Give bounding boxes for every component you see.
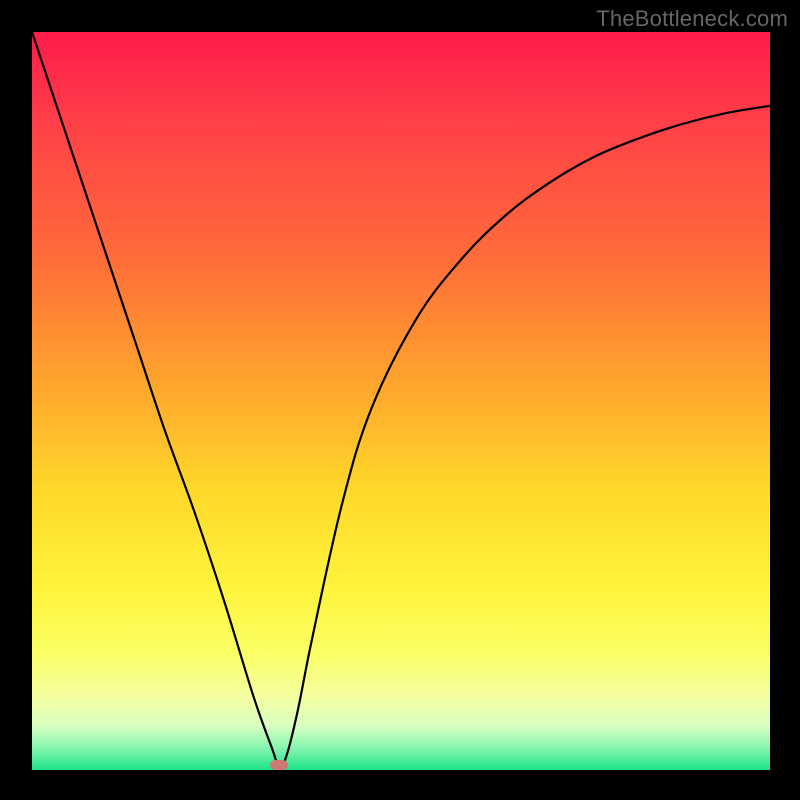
bottleneck-chart [32, 32, 770, 770]
optimal-point-marker [270, 760, 288, 770]
watermark-text: TheBottleneck.com [596, 6, 788, 32]
chart-background [32, 32, 770, 770]
chart-frame [32, 32, 770, 770]
